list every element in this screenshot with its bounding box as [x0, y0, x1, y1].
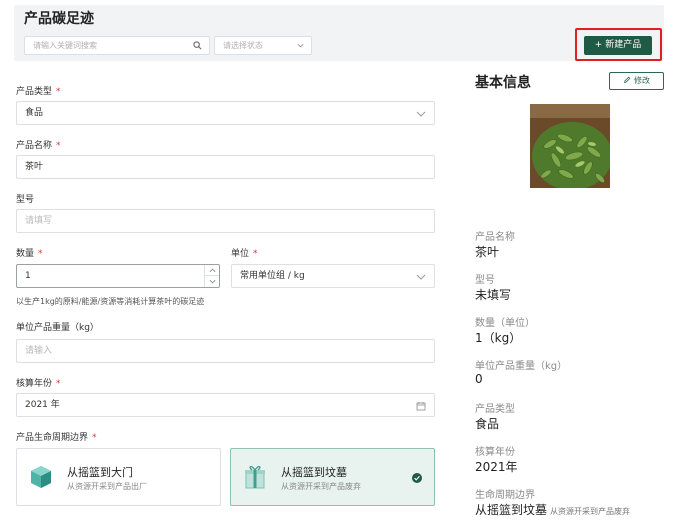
product-type-select[interactable]: 食品: [16, 101, 435, 125]
info-year-value: 2021年: [475, 460, 518, 474]
option-subtitle: 从资源开采到产品废弃: [281, 482, 361, 491]
info-year-label: 核算年份: [475, 447, 515, 458]
product-name-label: 产品名称 *: [16, 141, 61, 151]
model-label: 型号: [16, 195, 35, 205]
year-picker[interactable]: 2021 年: [16, 393, 435, 417]
unit-value: 常用单位组 / kg: [240, 271, 305, 281]
model-input[interactable]: 请填写: [16, 209, 435, 233]
check-circle-icon: [412, 473, 422, 483]
unit-weight-placeholder: 请输入: [25, 346, 53, 356]
year-value: 2021 年: [25, 400, 60, 410]
basic-info-title: 基本信息: [475, 75, 531, 91]
pencil-icon: [624, 76, 631, 83]
info-name-label: 产品名称: [475, 232, 515, 243]
chevron-down-icon: [416, 274, 426, 280]
chevron-down-icon: [416, 111, 426, 117]
highlight-box: + 新建产品: [575, 28, 662, 61]
product-type-value: 食品: [25, 108, 44, 118]
search-input[interactable]: [25, 37, 185, 54]
lifecycle-value-text: 从摇篮到坟墓: [475, 503, 548, 517]
info-type-label: 产品类型: [475, 404, 515, 415]
status-placeholder: 请选择状态: [223, 41, 263, 50]
option-title: 从摇篮到坟墓: [281, 466, 347, 479]
edit-button-label: 修改: [634, 76, 650, 85]
product-name-value: 茶叶: [25, 162, 44, 172]
stepper-controls[interactable]: [204, 265, 219, 287]
info-weight-label: 单位产品重量（kg）: [475, 361, 568, 372]
chevron-down-icon: [297, 43, 304, 48]
info-lifecycle-label: 生命周期边界: [475, 490, 535, 501]
increment-icon[interactable]: [205, 265, 219, 276]
calendar-icon[interactable]: [416, 401, 426, 411]
search-icon[interactable]: [193, 41, 202, 50]
info-model-value: 未填写: [475, 288, 512, 302]
product-type-label: 产品类型 *: [16, 87, 61, 97]
option-subtitle: 从资源开采到产品出厂: [67, 482, 147, 491]
product-name-input[interactable]: 茶叶: [16, 155, 435, 179]
lifecycle-value-subtitle: 从资源开采到产品废弃: [550, 507, 631, 516]
option-title: 从摇篮到大门: [67, 466, 133, 479]
box-icon: [31, 466, 51, 488]
lifecycle-label: 产品生命周期边界 *: [16, 433, 97, 443]
year-label: 核算年份 *: [16, 379, 61, 389]
model-placeholder: 请填写: [25, 216, 53, 226]
quantity-value: 1: [25, 271, 31, 281]
search-box[interactable]: [24, 36, 210, 55]
status-select[interactable]: 请选择状态: [214, 36, 312, 55]
quantity-stepper[interactable]: 1: [16, 264, 220, 288]
info-quantity-value: 1（kg）: [475, 331, 522, 345]
unit-label: 单位 *: [231, 249, 258, 259]
info-quantity-label: 数量（单位）: [475, 318, 535, 329]
quantity-label: 数量 *: [16, 249, 43, 259]
unit-weight-label: 单位产品重量（kg）: [16, 323, 99, 333]
calculation-hint: 以生产1kg的原料/能源/资源等消耗计算茶叶的碳足迹: [16, 297, 205, 306]
info-lifecycle-value: 从摇篮到坟墓 从资源开采到产品废弃: [475, 501, 630, 518]
info-model-label: 型号: [475, 275, 495, 286]
edit-button[interactable]: 修改: [609, 72, 664, 90]
info-weight-value: 0: [475, 372, 483, 386]
decrement-icon[interactable]: [205, 276, 219, 287]
lifecycle-option-cradle-to-gate[interactable]: 从摇篮到大门 从资源开采到产品出厂: [16, 448, 221, 506]
unit-weight-input[interactable]: 请输入: [16, 339, 435, 363]
page-title: 产品碳足迹: [24, 11, 94, 27]
info-name-value: 茶叶: [475, 245, 500, 259]
unit-select[interactable]: 常用单位组 / kg: [231, 264, 435, 288]
new-product-button[interactable]: + 新建产品: [584, 36, 652, 55]
lifecycle-option-cradle-to-grave[interactable]: 从摇篮到坟墓 从资源开采到产品废弃: [230, 448, 435, 506]
product-image: [530, 104, 610, 188]
info-type-value: 食品: [475, 417, 500, 431]
gift-box-icon: [245, 465, 265, 489]
